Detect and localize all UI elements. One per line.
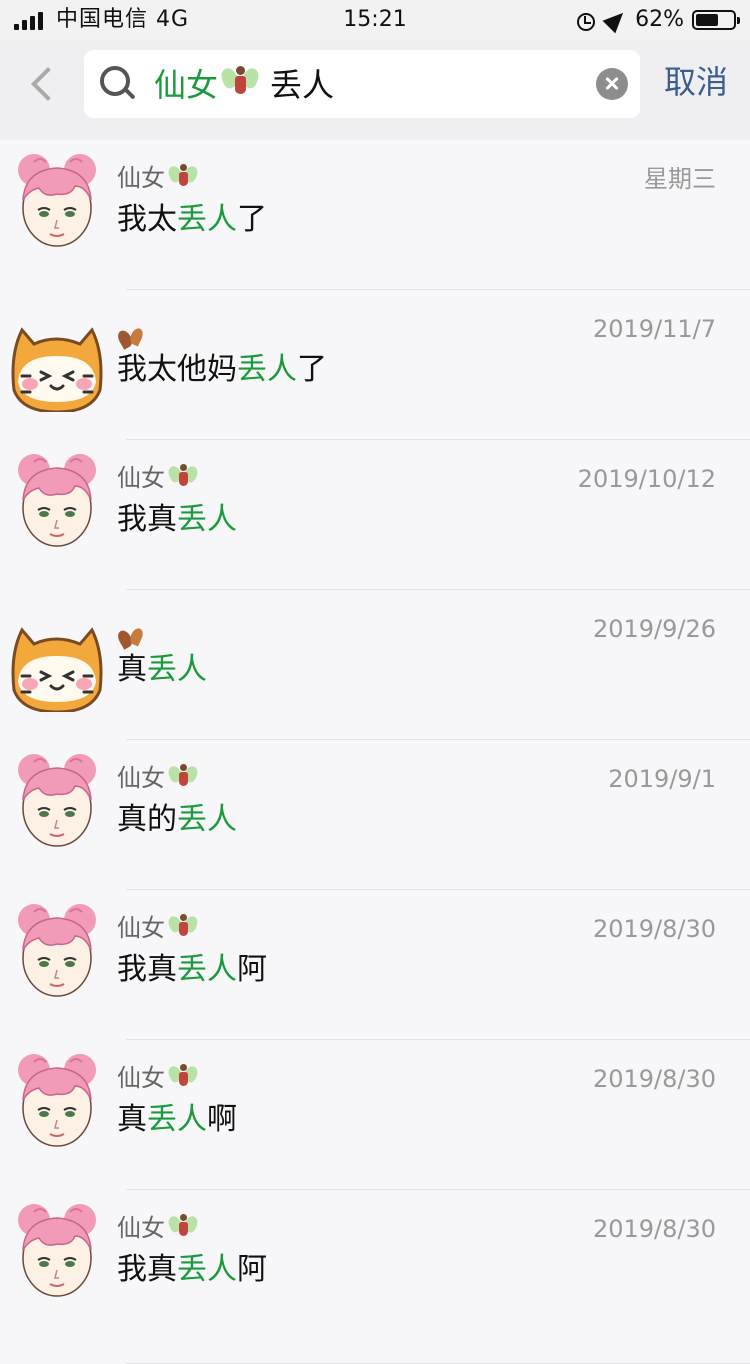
message-text: 我真 (117, 1252, 177, 1287)
message-date: 2019/8/30 (592, 1065, 716, 1093)
sender-name-label: 仙女 (117, 164, 165, 192)
message-date: 2019/9/1 (608, 765, 716, 793)
search-input[interactable]: 仙女 丢人 (84, 50, 640, 118)
message-date: 星期三 (644, 165, 716, 193)
message-snippet: 我真丢人阿 (117, 950, 267, 990)
battery-percent: 62% (635, 7, 684, 32)
keyword-highlight: 丢人 (177, 952, 237, 987)
keyword-highlight: 丢人 (177, 1252, 237, 1287)
search-header: 仙女 丢人 取消 (0, 40, 750, 140)
girl-avatar[interactable] (8, 148, 106, 248)
sender-name: 仙女 (117, 462, 200, 493)
fairy-emoji-icon (166, 1062, 200, 1090)
fairy-emoji-icon (166, 162, 200, 190)
message-text: 真 (117, 1102, 147, 1137)
battery-icon (692, 10, 740, 30)
location-arrow-icon (602, 6, 630, 34)
battery-fill (696, 14, 718, 26)
back-chevron-icon[interactable] (31, 67, 65, 101)
message-snippet: 真丢人啊 (117, 1100, 237, 1140)
leaf-emoji-icon (117, 624, 145, 650)
search-query[interactable]: 仙女 丢人 (154, 64, 334, 105)
search-token-label: 仙女 (154, 66, 219, 104)
sender-name-label: 仙女 (117, 914, 165, 942)
message-text: 我真 (117, 952, 177, 987)
sender-name-label: 仙女 (117, 764, 165, 792)
message-text: 我太他妈 (117, 352, 237, 387)
message-text: 了 (237, 202, 267, 237)
keyword-highlight: 丢人 (177, 502, 237, 537)
message-text: 我太 (117, 202, 177, 237)
cat-avatar[interactable] (8, 312, 106, 412)
result-row[interactable]: 仙女 2019/8/30 真丢人啊 (0, 1040, 750, 1190)
result-row[interactable]: 2019/9/26 真丢人 (0, 590, 750, 740)
sender-name: 仙女 (117, 1212, 200, 1243)
message-text: 真的 (117, 802, 177, 837)
message-text: 啊 (207, 1102, 237, 1137)
girl-avatar[interactable] (8, 898, 106, 998)
girl-avatar[interactable] (8, 448, 106, 548)
sender-name-label: 仙女 (117, 1064, 165, 1092)
sender-name: 仙女 (117, 762, 200, 793)
search-query-text: 丢人 (270, 66, 335, 104)
search-results-list: 仙女 星期三 我太丢人了 2019/11/7 我太他妈丢人了 仙女 2019/10/12 我真… (0, 140, 750, 1364)
girl-avatar[interactable] (8, 1048, 106, 1148)
message-date: 2019/8/30 (592, 915, 716, 943)
message-snippet: 我真丢人 (117, 500, 237, 540)
message-snippet: 真丢人 (117, 650, 207, 690)
result-row[interactable]: 仙女 星期三我太丢人了 (0, 140, 750, 290)
clear-search-icon[interactable] (596, 68, 628, 100)
message-text: 我真 (117, 502, 177, 537)
sender-name: 仙女 (117, 1062, 200, 1093)
fairy-emoji-icon (166, 762, 200, 790)
keyword-highlight: 丢人 (177, 802, 237, 837)
cat-avatar[interactable] (8, 612, 106, 712)
fairy-emoji-icon (166, 462, 200, 490)
message-snippet: 真的丢人 (117, 800, 237, 840)
message-date: 2019/9/26 (592, 615, 716, 643)
sender-name-label: 仙女 (117, 464, 165, 492)
keyword-highlight: 丢人 (147, 652, 207, 687)
status-bar: 中国电信 4G 15:21 62% (0, 0, 750, 40)
message-snippet: 我真丢人阿 (117, 1250, 267, 1290)
message-snippet: 我太他妈丢人了 (117, 350, 327, 390)
message-date: 2019/10/12 (577, 465, 716, 493)
result-row[interactable]: 仙女 2019/8/30 我真丢人阿 (0, 1190, 750, 1364)
sender-name: 仙女 (117, 912, 200, 943)
keyword-highlight: 丢人 (147, 1102, 207, 1137)
cancel-button[interactable]: 取消 (664, 62, 728, 102)
message-date: 2019/8/30 (592, 1215, 716, 1243)
keyword-highlight: 丢人 (177, 202, 237, 237)
result-row[interactable]: 仙女 2019/9/1 真的丢人 (0, 740, 750, 890)
alarm-icon (575, 10, 596, 31)
status-right: 62% (575, 6, 740, 34)
result-row[interactable]: 仙女 2019/10/12 我真丢人 (0, 440, 750, 590)
girl-avatar[interactable] (8, 1198, 106, 1298)
keyword-highlight: 丢人 (237, 352, 297, 387)
sender-name-label: 仙女 (117, 1214, 165, 1242)
fairy-emoji-icon (218, 64, 262, 100)
message-snippet: 我太丢人了 (117, 200, 267, 240)
result-row[interactable]: 仙女 2019/8/30 我真丢人阿 (0, 890, 750, 1040)
search-icon (100, 66, 130, 96)
message-text: 阿 (237, 1252, 267, 1287)
message-date: 2019/11/7 (592, 315, 716, 343)
fairy-emoji-icon (166, 912, 200, 940)
message-text: 阿 (237, 952, 267, 987)
sender-name: 仙女 (117, 162, 200, 193)
message-text: 真 (117, 652, 147, 687)
leaf-emoji-icon (117, 324, 145, 350)
girl-avatar[interactable] (8, 748, 106, 848)
result-row[interactable]: 2019/11/7 我太他妈丢人了 (0, 290, 750, 440)
message-text: 了 (297, 352, 327, 387)
fairy-emoji-icon (166, 1212, 200, 1240)
